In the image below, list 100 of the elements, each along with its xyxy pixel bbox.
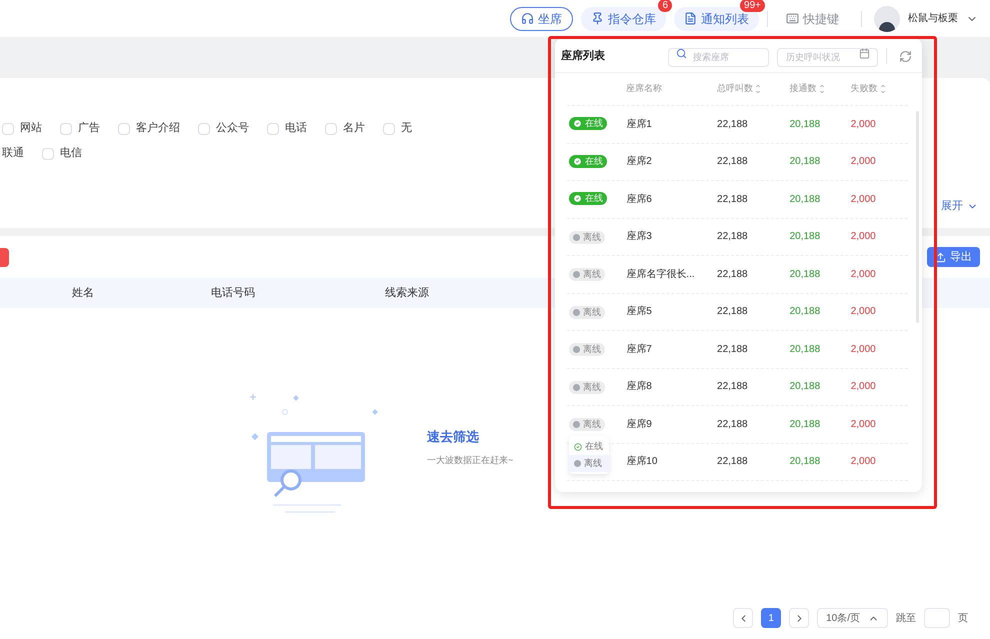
count-badge: 99+ <box>740 0 765 12</box>
check-icon <box>573 194 582 204</box>
status-option[interactable]: 在线 <box>569 438 609 455</box>
calendar-icon <box>859 48 870 59</box>
checkbox[interactable] <box>2 122 14 134</box>
total-calls: 22,188 <box>717 455 749 470</box>
failed-calls: 2,000 <box>850 118 877 132</box>
checkbox-label: 电话 <box>285 121 307 136</box>
search-icon <box>676 48 687 59</box>
seat-name: 座席7 <box>626 342 653 357</box>
connected-calls: 20,188 <box>790 118 822 132</box>
column-header[interactable]: 接通数 <box>790 82 851 96</box>
total-calls: 22,188 <box>717 305 749 320</box>
check-icon <box>573 119 582 128</box>
toolbar-button[interactable]: 快捷键 <box>776 6 849 30</box>
panel-title: 座席列表 <box>561 48 605 64</box>
status-tag: 离线 <box>569 343 605 356</box>
toolbar-button[interactable]: 坐席 <box>510 6 573 30</box>
failed-calls: 2,000 <box>850 305 877 320</box>
connected-calls: 20,188 <box>790 192 822 207</box>
failed-calls: 2,000 <box>850 268 877 282</box>
refresh-icon[interactable] <box>899 50 912 62</box>
connected-calls: 20,188 <box>790 155 822 170</box>
page-input[interactable] <box>924 608 950 628</box>
connected-calls: 20,188 <box>790 305 822 320</box>
connected-calls: 20,188 <box>790 380 822 394</box>
sort-icon <box>754 83 761 95</box>
seat-name: 座席8 <box>626 380 653 394</box>
failed-calls: 2,000 <box>850 418 877 432</box>
column-header: 线索来源 <box>385 286 429 301</box>
column-header: 座席名称 <box>626 82 664 96</box>
toolbar-button[interactable]: 指令仓库 <box>581 6 666 30</box>
connected-calls: 20,188 <box>790 268 822 282</box>
avatar-icon[interactable] <box>874 6 900 32</box>
seat-name: 座席3 <box>626 230 653 244</box>
failed-calls: 2,000 <box>850 155 877 170</box>
seat-name: 座席2 <box>626 154 653 170</box>
connected-calls: 20,188 <box>790 455 822 470</box>
status-tag: 在线 <box>569 192 607 206</box>
connected-calls: 20,188 <box>790 230 822 244</box>
page-unit: 页 <box>958 612 968 626</box>
total-calls: 22,188 <box>717 118 749 132</box>
button-icon <box>786 12 799 25</box>
failed-calls: 2,000 <box>850 342 877 357</box>
previous-page-button[interactable] <box>733 608 754 628</box>
column-header: 电话号码 <box>211 286 255 301</box>
seat-name: 座席9 <box>626 418 653 432</box>
failed-calls: 2,000 <box>850 192 877 207</box>
seat-name: 座席6 <box>626 192 653 207</box>
empty-subtitle: 一大波数据正在赶来~ <box>427 454 514 467</box>
expand-link[interactable]: 展开 <box>941 198 978 214</box>
status-tag: 离线 <box>569 268 605 282</box>
checkbox-label: 公众号 <box>216 121 249 136</box>
button-icon <box>521 12 534 25</box>
status-option[interactable]: 离线 <box>569 455 609 472</box>
checkbox[interactable] <box>383 122 395 134</box>
total-calls: 22,188 <box>717 192 749 207</box>
seat-name: 座席名字很长... <box>626 268 696 282</box>
connected-calls: 20,188 <box>790 418 822 432</box>
column-header: 姓名 <box>72 286 94 301</box>
checkbox[interactable] <box>118 122 130 134</box>
total-calls: 22,188 <box>717 380 749 394</box>
total-calls: 22,188 <box>717 155 749 170</box>
total-calls: 22,188 <box>717 268 749 282</box>
status-tag: 在线 <box>569 117 607 130</box>
checkbox[interactable] <box>198 122 210 134</box>
jump-label: 跳至 <box>896 612 916 626</box>
checkbox[interactable] <box>267 122 279 134</box>
failed-calls: 2,000 <box>850 455 877 470</box>
next-page-button[interactable] <box>789 608 810 628</box>
total-calls: 22,188 <box>717 230 749 244</box>
action-button[interactable] <box>0 248 9 266</box>
checkbox-label: 电信 <box>60 146 82 162</box>
search-field[interactable]: 搜索座席 <box>668 48 769 66</box>
page-size-select[interactable]: 10条/页 <box>817 608 888 628</box>
checkbox[interactable] <box>60 122 72 134</box>
seat-name: 座席5 <box>626 304 653 320</box>
check-icon <box>573 156 582 166</box>
user-name[interactable]: 松鼠与板栗 <box>908 11 958 26</box>
column-header[interactable]: 总呼叫数 <box>716 82 790 96</box>
date-field[interactable]: 历史呼叫状况 <box>777 48 878 66</box>
checkbox-label: 客户介绍 <box>136 120 180 136</box>
export-icon <box>935 252 946 262</box>
button-icon <box>684 12 697 25</box>
sort-icon <box>818 83 825 95</box>
status-tag: 离线 <box>569 380 605 394</box>
checkbox[interactable] <box>325 122 337 134</box>
page-button[interactable]: 1 <box>761 608 782 628</box>
total-calls: 22,188 <box>717 418 749 432</box>
checkbox-label: 广告 <box>78 120 100 136</box>
button-icon <box>591 12 604 25</box>
failed-calls: 2,000 <box>850 380 877 394</box>
seat-name: 座席10 <box>626 454 658 470</box>
empty-title: 速去筛选 <box>427 428 480 446</box>
checkbox-label: 名片 <box>343 121 365 136</box>
export-button[interactable]: 导出 <box>927 247 980 267</box>
column-header[interactable]: 失败数 <box>850 82 908 96</box>
checkbox-label: 无 <box>401 121 412 136</box>
checkbox-label: 联通 <box>2 146 24 162</box>
checkbox[interactable] <box>42 148 54 160</box>
